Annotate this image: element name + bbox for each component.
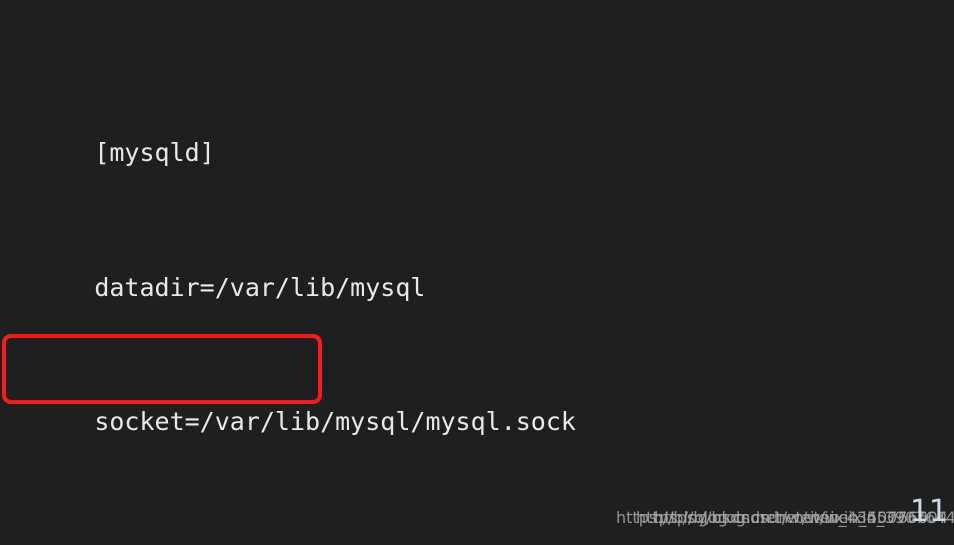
config-line-socket: socket=/var/lib/mysql/mysql.sock <box>4 372 954 436</box>
comment-line-disabling-symlinks: # Disabling symbolic-links is recommende… <box>4 506 954 545</box>
terminal-window[interactable]: [mysqld] datadir=/var/lib/mysql socket=/… <box>0 0 954 545</box>
line-text: datadir=/var/lib/mysql <box>94 272 426 302</box>
line-text: [mysqld] <box>94 138 215 168</box>
line-text: socket=/var/lib/mysql/mysql.sock <box>94 407 576 437</box>
line-text: # Disabling symbolic-links is recommende… <box>94 542 937 545</box>
config-line-datadir: datadir=/var/lib/mysql <box>4 237 954 302</box>
vim-buffer[interactable]: [mysqld] datadir=/var/lib/mysql socket=/… <box>0 0 954 545</box>
config-line-mysqld-section: [mysqld] <box>4 103 954 167</box>
